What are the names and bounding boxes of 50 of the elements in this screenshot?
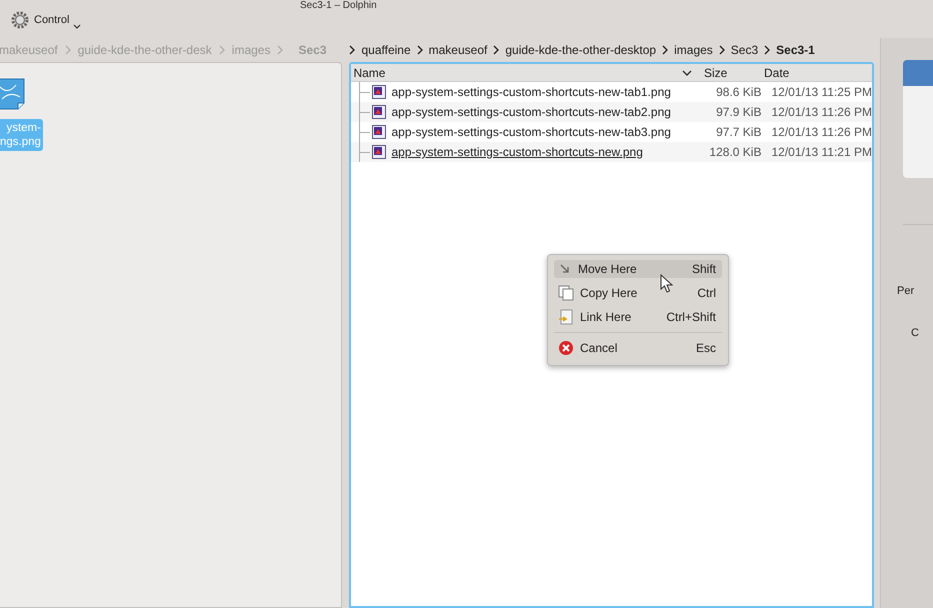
date-cell: 12/01/13 11:26 PM	[771, 125, 872, 139]
column-header[interactable]: Size	[702, 66, 762, 80]
image-file-icon	[372, 125, 386, 139]
window-title: Sec3-1 – Dolphin	[300, 0, 377, 11]
chevron-icon	[218, 45, 225, 55]
file-name-cell[interactable]: app-system-settings-custom-shortcuts-new-tab2.png	[391, 105, 702, 119]
chevron-icon	[277, 45, 284, 55]
breadcrumb-item[interactable]: images	[674, 43, 713, 57]
breadcrumb-item[interactable]: quaffeine	[361, 43, 411, 57]
date-cell: 12/01/13 11:21 PM	[771, 145, 872, 159]
copy-icon	[558, 285, 574, 301]
mouse-pointer-icon	[660, 274, 674, 294]
sort-caret-icon	[682, 70, 692, 76]
file-name-cell[interactable]: app-system-settings-custom-shortcuts-new.png	[391, 145, 702, 159]
image-file-icon	[372, 85, 386, 99]
file-name-cell[interactable]: app-system-settings-custom-shortcuts-new-tab3.png	[391, 125, 702, 139]
chevron-icon	[764, 45, 770, 55]
chevron-icon	[64, 45, 71, 55]
date-cell: 12/01/13 11:26 PM	[771, 105, 872, 119]
chevron-icon	[416, 45, 423, 55]
size-cell-text: 97.9 KiB	[715, 105, 762, 119]
date-cell: 12/01/13 11:25 PM	[771, 85, 872, 99]
breadcrumb-item[interactable]: makeuseof	[428, 43, 488, 57]
chevron-icon	[662, 45, 668, 55]
info-label: C	[911, 327, 920, 339]
menu-item[interactable]: Move Here Shift	[554, 260, 722, 278]
breadcrumb-item[interactable]: Sec3	[730, 43, 758, 57]
column-header[interactable]: Date	[762, 66, 872, 80]
column-header[interactable]: Name	[351, 66, 682, 80]
menu-item[interactable]: Link Here Ctrl+Shift	[554, 305, 722, 329]
breadcrumb-item[interactable]: Sec3-1	[776, 43, 815, 57]
menu-item[interactable]: Cancel Esc	[554, 336, 722, 360]
chevron-icon	[493, 45, 500, 55]
gear-icon	[10, 10, 30, 30]
size-cell-text: 128.0 KiB	[708, 145, 762, 159]
link-file-icon	[558, 309, 574, 325]
size-cell-text: 97.7 KiB	[715, 125, 762, 139]
caret-icon	[73, 24, 82, 30]
breadcrumb-item[interactable]: guide-kde-the-other-desktop	[505, 43, 656, 57]
info-label: Per	[897, 285, 916, 297]
control-menu-button[interactable]: Control	[10, 10, 82, 30]
image-file-icon	[0, 77, 26, 111]
chevron-icon	[349, 45, 356, 55]
image-file-icon	[372, 105, 386, 119]
file-name-cell[interactable]: app-system-settings-custom-shortcuts-new-tab1.png	[391, 85, 702, 99]
menu-item[interactable]: Copy Here Ctrl	[554, 281, 722, 305]
size-cell-text: 98.6 KiB	[715, 85, 762, 99]
image-file-icon	[372, 145, 386, 159]
chevron-icon	[718, 45, 725, 55]
cancel-icon	[558, 340, 574, 356]
